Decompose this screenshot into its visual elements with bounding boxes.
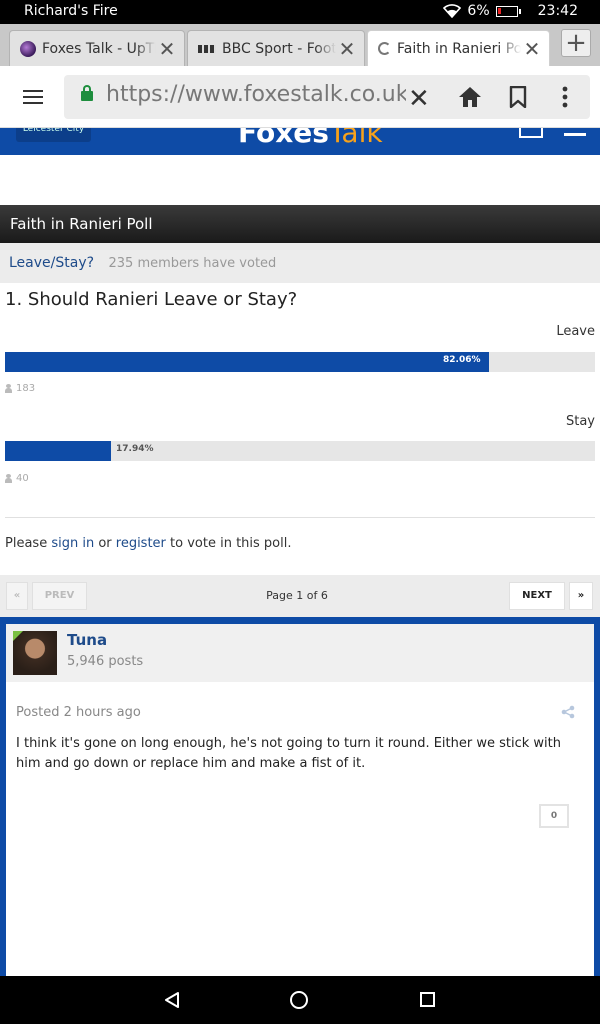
avatar[interactable] [13,631,57,675]
sign-in-link[interactable]: sign in [51,536,94,551]
site-menu-icon[interactable] [564,128,586,141]
choice-label-stay: Stay [565,414,595,429]
hamburger-menu-icon[interactable] [23,90,43,104]
post-timestamp: Posted 2 hours ago [16,705,141,720]
loading-spinner-icon [378,42,391,55]
status-right: 6% 23:42 [443,3,578,19]
logo-main: Foxes [238,128,329,149]
tab-bbc-sport[interactable]: BBC Sport - Footba ✕ [187,30,365,66]
recent-apps-icon[interactable] [420,992,435,1007]
author-name[interactable]: Tuna [67,631,107,649]
register-link[interactable]: register [116,536,166,551]
home-icon[interactable] [458,85,482,109]
result-bar-stay: 17.94% [5,441,595,461]
clock: 23:42 [537,3,578,19]
post-body: I think it's gone on long enough, he's n… [16,736,561,771]
result-percent: 82.06% [443,355,481,365]
author-bar: Tuna 5,946 posts [6,624,594,682]
poll-question: 1. Should Ranieri Leave or Stay? [5,289,298,310]
user-icon [5,474,12,483]
navigation-bar [0,976,600,1024]
stop-loading-icon[interactable]: ✕ [408,84,430,114]
status-bar: Richard's Fire 6% 23:42 [0,0,600,24]
vote-note: Please sign in or register to vote in th… [5,536,292,551]
poll-name: Leave/Stay? [9,255,95,271]
battery-icon [495,5,521,17]
result-bar-fill [5,352,489,372]
close-tab-icon[interactable]: ✕ [156,37,178,61]
last-page-button[interactable]: » [569,582,593,610]
browser-toolbar: https://www.foxestalk.co.uk/fo ✕ [0,66,600,128]
site-logo[interactable]: FoxesTalk [238,128,383,149]
next-page-button[interactable]: NEXT [509,582,565,610]
share-icon[interactable] [561,705,575,719]
activity-icon[interactable] [519,128,543,138]
post-content: Tuna 5,946 posts Posted 2 hours ago I th… [6,624,594,976]
home-nav-icon[interactable] [290,991,308,1009]
logo-accent: Talk [328,128,383,149]
vote-count: 235 members have voted [108,256,277,271]
voter-count-stay[interactable]: 40 [5,473,29,484]
bbc-favicon-icon [198,44,216,53]
user-icon [5,384,12,393]
poll-title: Faith in Ranieri Poll [0,205,600,243]
divider [5,517,595,518]
url-text[interactable]: https://www.foxestalk.co.uk/fo [106,82,406,107]
tab-title: Foxes Talk - UpThe [42,40,156,57]
result-bar-fill [5,441,111,461]
back-icon[interactable] [164,992,180,1008]
voter-count-leave[interactable]: 183 [5,383,35,394]
tab-faith-in-ranieri[interactable]: Faith in Ranieri Poll ✕ [367,30,550,66]
battery-percent: 6% [467,3,490,19]
address-bar[interactable]: https://www.foxestalk.co.uk/fo ✕ [64,75,590,119]
device-name: Richard's Fire [24,3,118,19]
result-percent: 17.94% [116,444,154,454]
post: Tuna 5,946 posts Posted 2 hours ago I th… [0,617,600,976]
club-badge[interactable]: Leicester City [16,128,91,142]
globe-favicon-icon [20,40,36,57]
tab-foxes-talk[interactable]: Foxes Talk - UpThe ✕ [9,30,185,66]
new-tab-button[interactable]: + [561,29,591,57]
poll-subheader: Leave/Stay? 235 members have voted [0,243,600,283]
bookmark-icon[interactable] [509,86,527,108]
tab-title: Faith in Ranieri Poll [397,40,521,57]
more-options-icon[interactable] [562,86,568,108]
voter-number: 40 [16,473,29,484]
author-post-count: 5,946 posts [67,654,144,669]
close-tab-icon[interactable]: ✕ [521,37,543,61]
pagination: « PREV Page 1 of 6 NEXT » [0,575,600,617]
lock-icon [81,85,93,101]
page-indicator[interactable]: Page 1 of 6 [0,589,594,602]
site-header: Leicester City FoxesTalk [0,128,600,155]
tab-strip: Foxes Talk - UpThe ✕ BBC Sport - Footba … [0,24,600,66]
result-bar-leave: 82.06% [5,352,595,372]
voter-number: 183 [16,383,36,394]
close-tab-icon[interactable]: ✕ [336,37,358,61]
reputation-badge[interactable]: 0 [539,804,569,828]
choice-label-leave: Leave [556,324,595,339]
tab-title: BBC Sport - Footba [222,40,336,57]
wifi-icon [443,4,462,18]
